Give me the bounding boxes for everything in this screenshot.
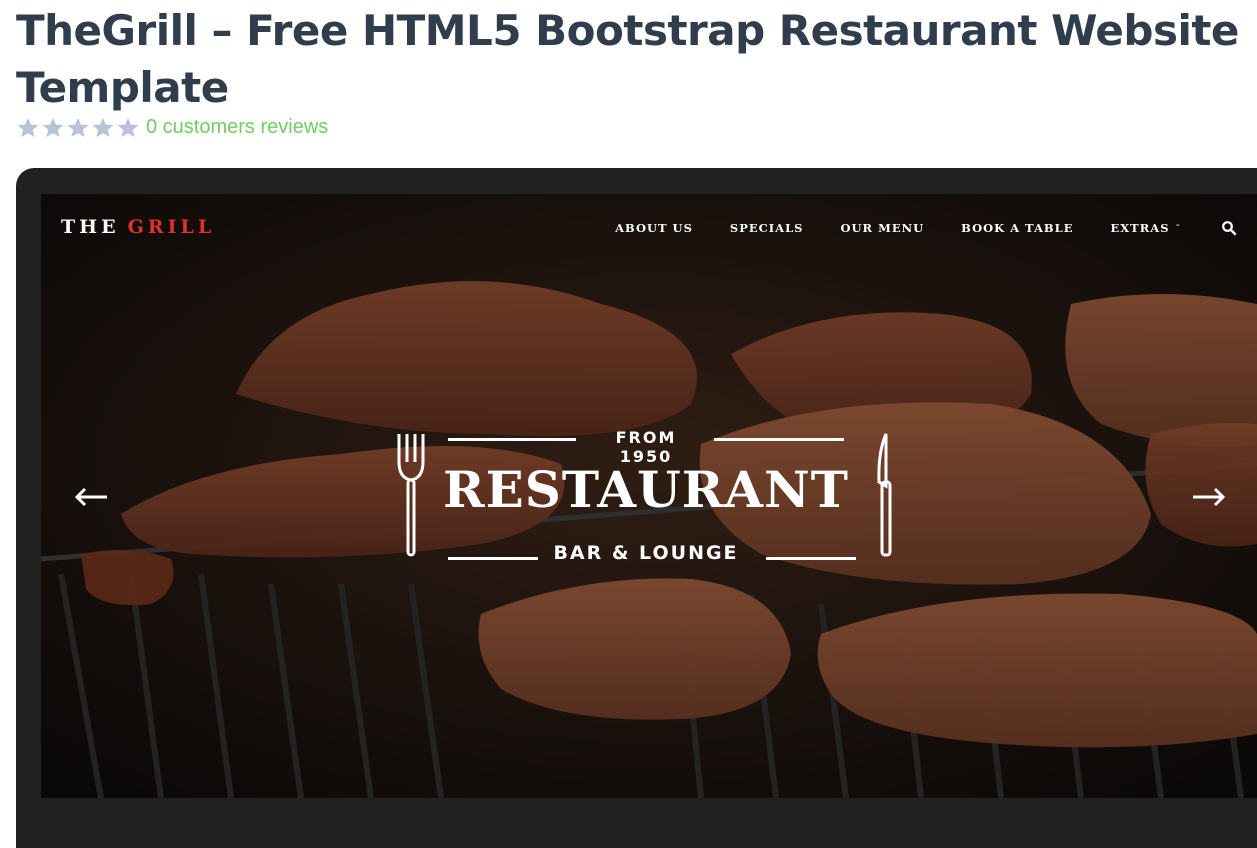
arrow-left-icon[interactable] [71,482,111,512]
nav-item-extras[interactable]: EXTRAS ˇ [1110,221,1181,235]
hero-emblem: FROM 1950 RESTAURANT BAR & LOUNGE [396,428,896,567]
star-icon[interactable] [91,117,115,138]
star-icon[interactable] [16,117,40,138]
nav-item-our-menu[interactable]: OUR MENU [840,221,924,235]
chevron-down-icon: ˇ [1175,225,1181,235]
hero-brand-title: RESTAURANT [443,460,849,519]
template-preview-screenshot[interactable]: THE GRILL ABOUT US SPECIALS OUR MENU BOOK… [41,194,1257,798]
nav-item-book-a-table[interactable]: BOOK A TABLE [961,221,1073,235]
star-icon[interactable] [116,117,140,138]
rating-row: 0 customers reviews [16,114,328,140]
navbar: THE GRILL ABOUT US SPECIALS OUR MENU BOOK… [41,194,1257,264]
arrow-right-icon[interactable] [1189,482,1229,512]
logo[interactable]: THE GRILL [61,216,215,238]
nav-item-specials[interactable]: SPECIALS [730,221,804,235]
nav-item-about-us[interactable]: ABOUT US [615,221,693,235]
page-title: TheGrill – Free HTML5 Bootstrap Restaura… [16,6,1239,112]
star-rating[interactable] [16,117,140,138]
reviews-link[interactable]: 0 customers reviews [146,116,328,139]
knife-icon [877,433,892,557]
hero-tagline: BAR & LOUNGE [553,542,739,564]
nav-menu: ABOUT US SPECIALS OUR MENU BOOK A TABLE … [578,220,1237,236]
star-icon[interactable] [66,117,90,138]
fork-icon [397,434,425,557]
star-icon[interactable] [41,117,65,138]
search-icon[interactable] [1221,220,1237,236]
